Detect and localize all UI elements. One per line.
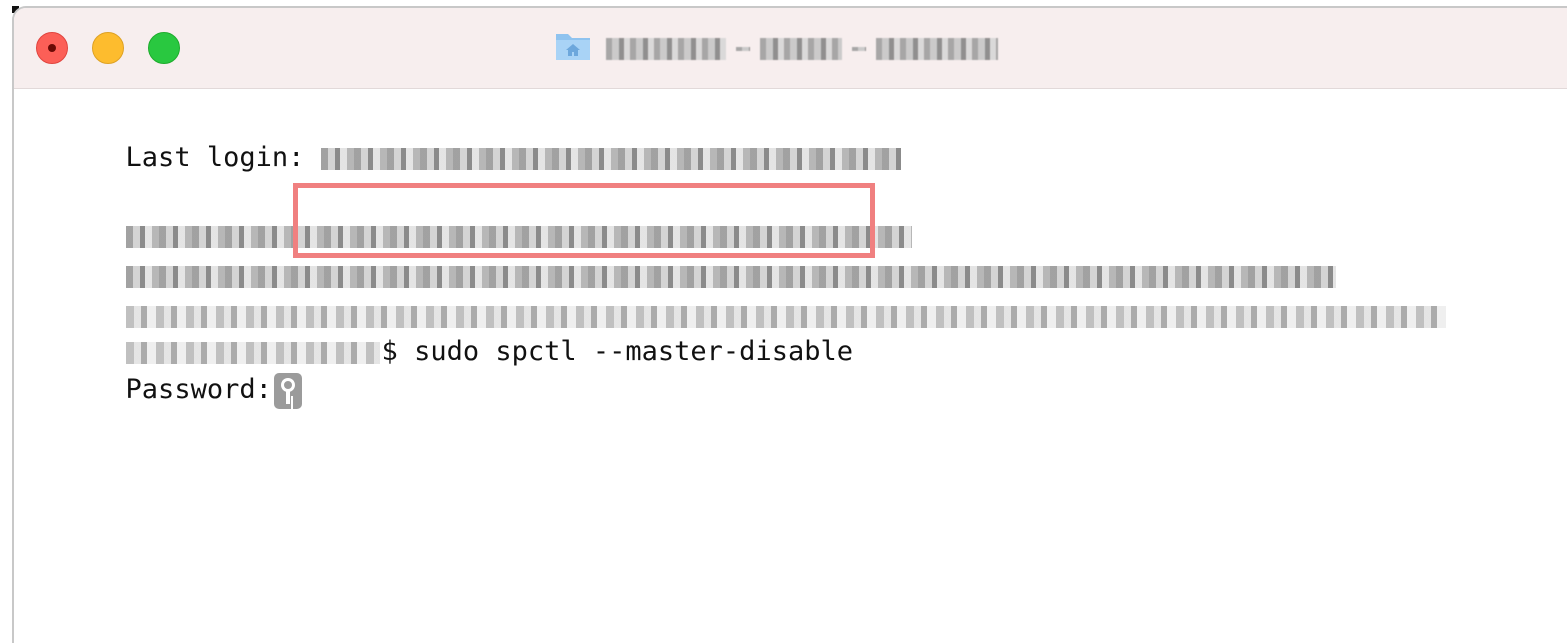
zoom-button[interactable] bbox=[148, 32, 180, 64]
prompt-symbol: $ bbox=[381, 336, 398, 367]
password-line: Password: bbox=[28, 330, 302, 450]
key-icon bbox=[273, 372, 302, 409]
folder-home-icon bbox=[556, 34, 590, 60]
title-bar[interactable] bbox=[14, 8, 1567, 89]
command-highlight-box bbox=[293, 183, 875, 258]
minimize-button[interactable] bbox=[92, 32, 124, 64]
close-button[interactable] bbox=[36, 32, 68, 64]
command-text: sudo spctl --master-disable bbox=[414, 336, 853, 367]
terminal-output[interactable]: Last login: $ sudo spctl --master-disabl… bbox=[28, 90, 1567, 643]
terminal-window: Last login: $ sudo spctl --master-disabl… bbox=[12, 6, 1567, 643]
last-login-label: Last login: bbox=[125, 142, 305, 173]
password-label: Password: bbox=[125, 374, 272, 405]
last-login-obscured bbox=[320, 147, 901, 170]
window-title-obscured bbox=[606, 34, 998, 64]
